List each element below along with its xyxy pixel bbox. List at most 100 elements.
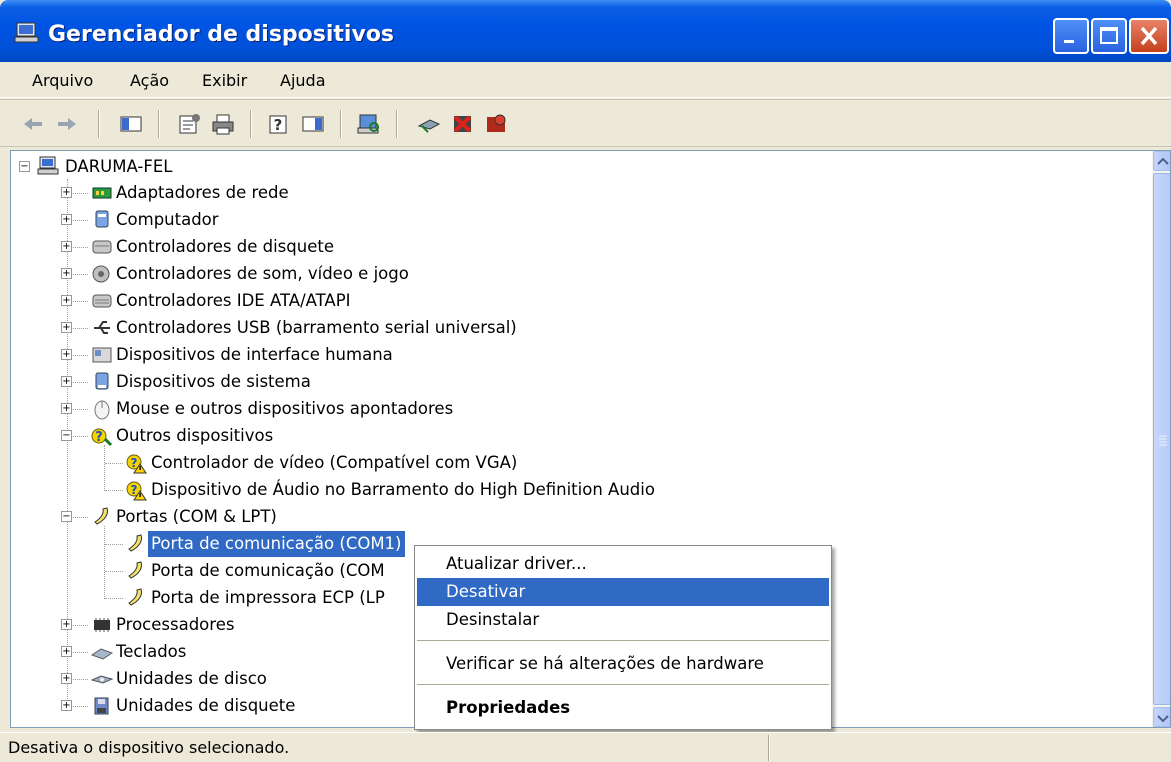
- collapse-icon[interactable]: −: [19, 161, 30, 172]
- disable-icon[interactable]: [484, 112, 510, 136]
- show-hide-tree-icon[interactable]: [118, 112, 144, 136]
- expand-icon[interactable]: +: [61, 187, 72, 198]
- tree-node-vga-controller[interactable]: ? Controlador de vídeo (Compatível com VG…: [11, 450, 911, 476]
- uninstall-icon[interactable]: [450, 112, 476, 136]
- collapse-icon[interactable]: −: [61, 511, 72, 522]
- mouse-icon: [94, 400, 110, 420]
- expand-icon[interactable]: +: [61, 619, 72, 630]
- unknown-device-icon: ?: [91, 428, 113, 447]
- tree-node-computer[interactable]: + Computador: [11, 207, 911, 233]
- grip-icon: [1159, 435, 1167, 446]
- expand-icon[interactable]: +: [61, 376, 72, 387]
- window-title: Gerenciador de dispositivos: [48, 22, 395, 47]
- tree-node-label: Porta de comunicação (COM1): [147, 530, 406, 558]
- menu-item-properties[interactable]: Propriedades: [417, 694, 829, 722]
- tree-node-label: Dispositivos de sistema: [116, 372, 311, 391]
- port-icon: [128, 534, 142, 552]
- menu-item-disable[interactable]: Desativar: [417, 578, 829, 606]
- vertical-scrollbar[interactable]: [1152, 151, 1170, 727]
- menu-item-update-driver[interactable]: Atualizar driver...: [417, 550, 829, 578]
- print-icon[interactable]: [210, 112, 236, 136]
- tree-node-label: Controladores USB (barramento serial uni…: [116, 318, 517, 337]
- svg-text:?: ?: [131, 483, 138, 497]
- menu-bar: Arquivo Ação Exibir Ajuda: [0, 62, 1171, 98]
- tree-node-network-adapters[interactable]: + Adaptadores de rede: [11, 180, 911, 206]
- usb-icon: [94, 321, 110, 334]
- show-hide-action-pane-icon[interactable]: [300, 112, 326, 136]
- tree-node-label: Dispositivos de interface humana: [116, 345, 393, 364]
- scroll-up-button[interactable]: [1153, 151, 1170, 171]
- toolbar-separator: [98, 110, 100, 138]
- expand-icon[interactable]: +: [61, 673, 72, 684]
- port-icon: [128, 588, 142, 606]
- expand-icon[interactable]: +: [61, 403, 72, 414]
- tree-node-label: Controladores de som, vídeo e jogo: [116, 264, 409, 283]
- warning-device-icon: ?: [126, 481, 147, 501]
- tree-node-label: Unidades de disquete: [116, 696, 296, 715]
- tree-node-label: Mouse e outros dispositivos apontadores: [116, 399, 454, 418]
- floppy-drive-icon: [94, 697, 109, 715]
- menu-acao[interactable]: Ação: [130, 71, 169, 90]
- menu-item-scan-hardware[interactable]: Verificar se há alterações de hardware: [417, 650, 829, 678]
- computer-icon: [14, 22, 39, 43]
- expand-icon[interactable]: +: [61, 646, 72, 657]
- scroll-down-button[interactable]: [1153, 707, 1170, 727]
- chevron-up-icon: [1157, 157, 1169, 165]
- title-bar[interactable]: Gerenciador de dispositivos: [0, 0, 1171, 62]
- menu-exibir[interactable]: Exibir: [202, 71, 247, 90]
- update-driver-icon[interactable]: [416, 112, 442, 136]
- menu-arquivo[interactable]: Arquivo: [32, 71, 93, 90]
- tree-root-label: DARUMA-FEL: [65, 157, 173, 176]
- sound-icon: [92, 265, 110, 283]
- tree-root[interactable]: − DARUMA-FEL: [11, 154, 411, 180]
- expand-icon[interactable]: +: [61, 241, 72, 252]
- tree-node-hd-audio-device[interactable]: ? Dispositivo de Áudio no Barramento do H…: [11, 477, 911, 503]
- menu-separator: [417, 684, 829, 686]
- tree-node-sound-video-game[interactable]: + Controladores de som, vídeo e jogo: [11, 261, 911, 287]
- menu-item-uninstall[interactable]: Desinstalar: [417, 606, 829, 634]
- expand-icon[interactable]: +: [61, 349, 72, 360]
- collapse-icon[interactable]: −: [61, 430, 72, 441]
- status-divider: [768, 735, 770, 761]
- maximize-button[interactable]: [1091, 18, 1127, 54]
- scan-hardware-icon[interactable]: [356, 112, 382, 136]
- tree-node-usb-controllers[interactable]: + Controladores USB (barramento serial un…: [11, 315, 911, 341]
- toolbar-separator: [396, 110, 398, 138]
- tree-node-other-devices[interactable]: −? Outros dispositivos: [11, 423, 911, 449]
- close-icon: [1140, 26, 1158, 46]
- tree-node-ide-controllers[interactable]: + Controladores IDE ATA/ATAPI: [11, 288, 911, 314]
- help-icon[interactable]: ?: [266, 112, 292, 136]
- minimize-button[interactable]: [1053, 18, 1089, 54]
- toolbar: ?: [0, 99, 1171, 147]
- tree-node-label: Processadores: [116, 615, 235, 634]
- toolbar-separator: [340, 110, 342, 138]
- expand-icon[interactable]: +: [61, 322, 72, 333]
- tree-line: [105, 490, 123, 491]
- svg-text:?: ?: [131, 456, 138, 470]
- menu-ajuda[interactable]: Ajuda: [280, 71, 326, 90]
- tree-node-mouse[interactable]: + Mouse e outros dispositivos apontadores: [11, 396, 911, 422]
- processor-icon: [94, 618, 110, 632]
- warning-device-icon: ?: [126, 454, 147, 474]
- ide-controller-icon: [92, 294, 112, 308]
- chevron-down-icon: [1157, 715, 1169, 723]
- system-device-icon: [95, 372, 109, 390]
- expand-icon[interactable]: +: [61, 268, 72, 279]
- back-arrow-icon[interactable]: [20, 112, 46, 136]
- menu-separator: [417, 640, 829, 642]
- tree-node-label: Teclados: [116, 642, 187, 661]
- close-button[interactable]: [1129, 18, 1169, 54]
- tree-node-label: Adaptadores de rede: [116, 183, 289, 202]
- properties-icon[interactable]: [176, 112, 202, 136]
- tree-node-hid[interactable]: + Dispositivos de interface humana: [11, 342, 911, 368]
- expand-icon[interactable]: +: [61, 700, 72, 711]
- tree-node-ports[interactable]: − Portas (COM & LPT): [11, 504, 911, 530]
- expand-icon[interactable]: +: [61, 295, 72, 306]
- tree-node-floppy-controllers[interactable]: + Controladores de disquete: [11, 234, 911, 260]
- port-icon: [94, 507, 108, 525]
- forward-arrow-icon[interactable]: [54, 112, 80, 136]
- expand-icon[interactable]: +: [61, 214, 72, 225]
- tree-node-label: Computador: [116, 210, 219, 229]
- scroll-thumb[interactable]: [1153, 173, 1170, 705]
- tree-node-system-devices[interactable]: + Dispositivos de sistema: [11, 369, 911, 395]
